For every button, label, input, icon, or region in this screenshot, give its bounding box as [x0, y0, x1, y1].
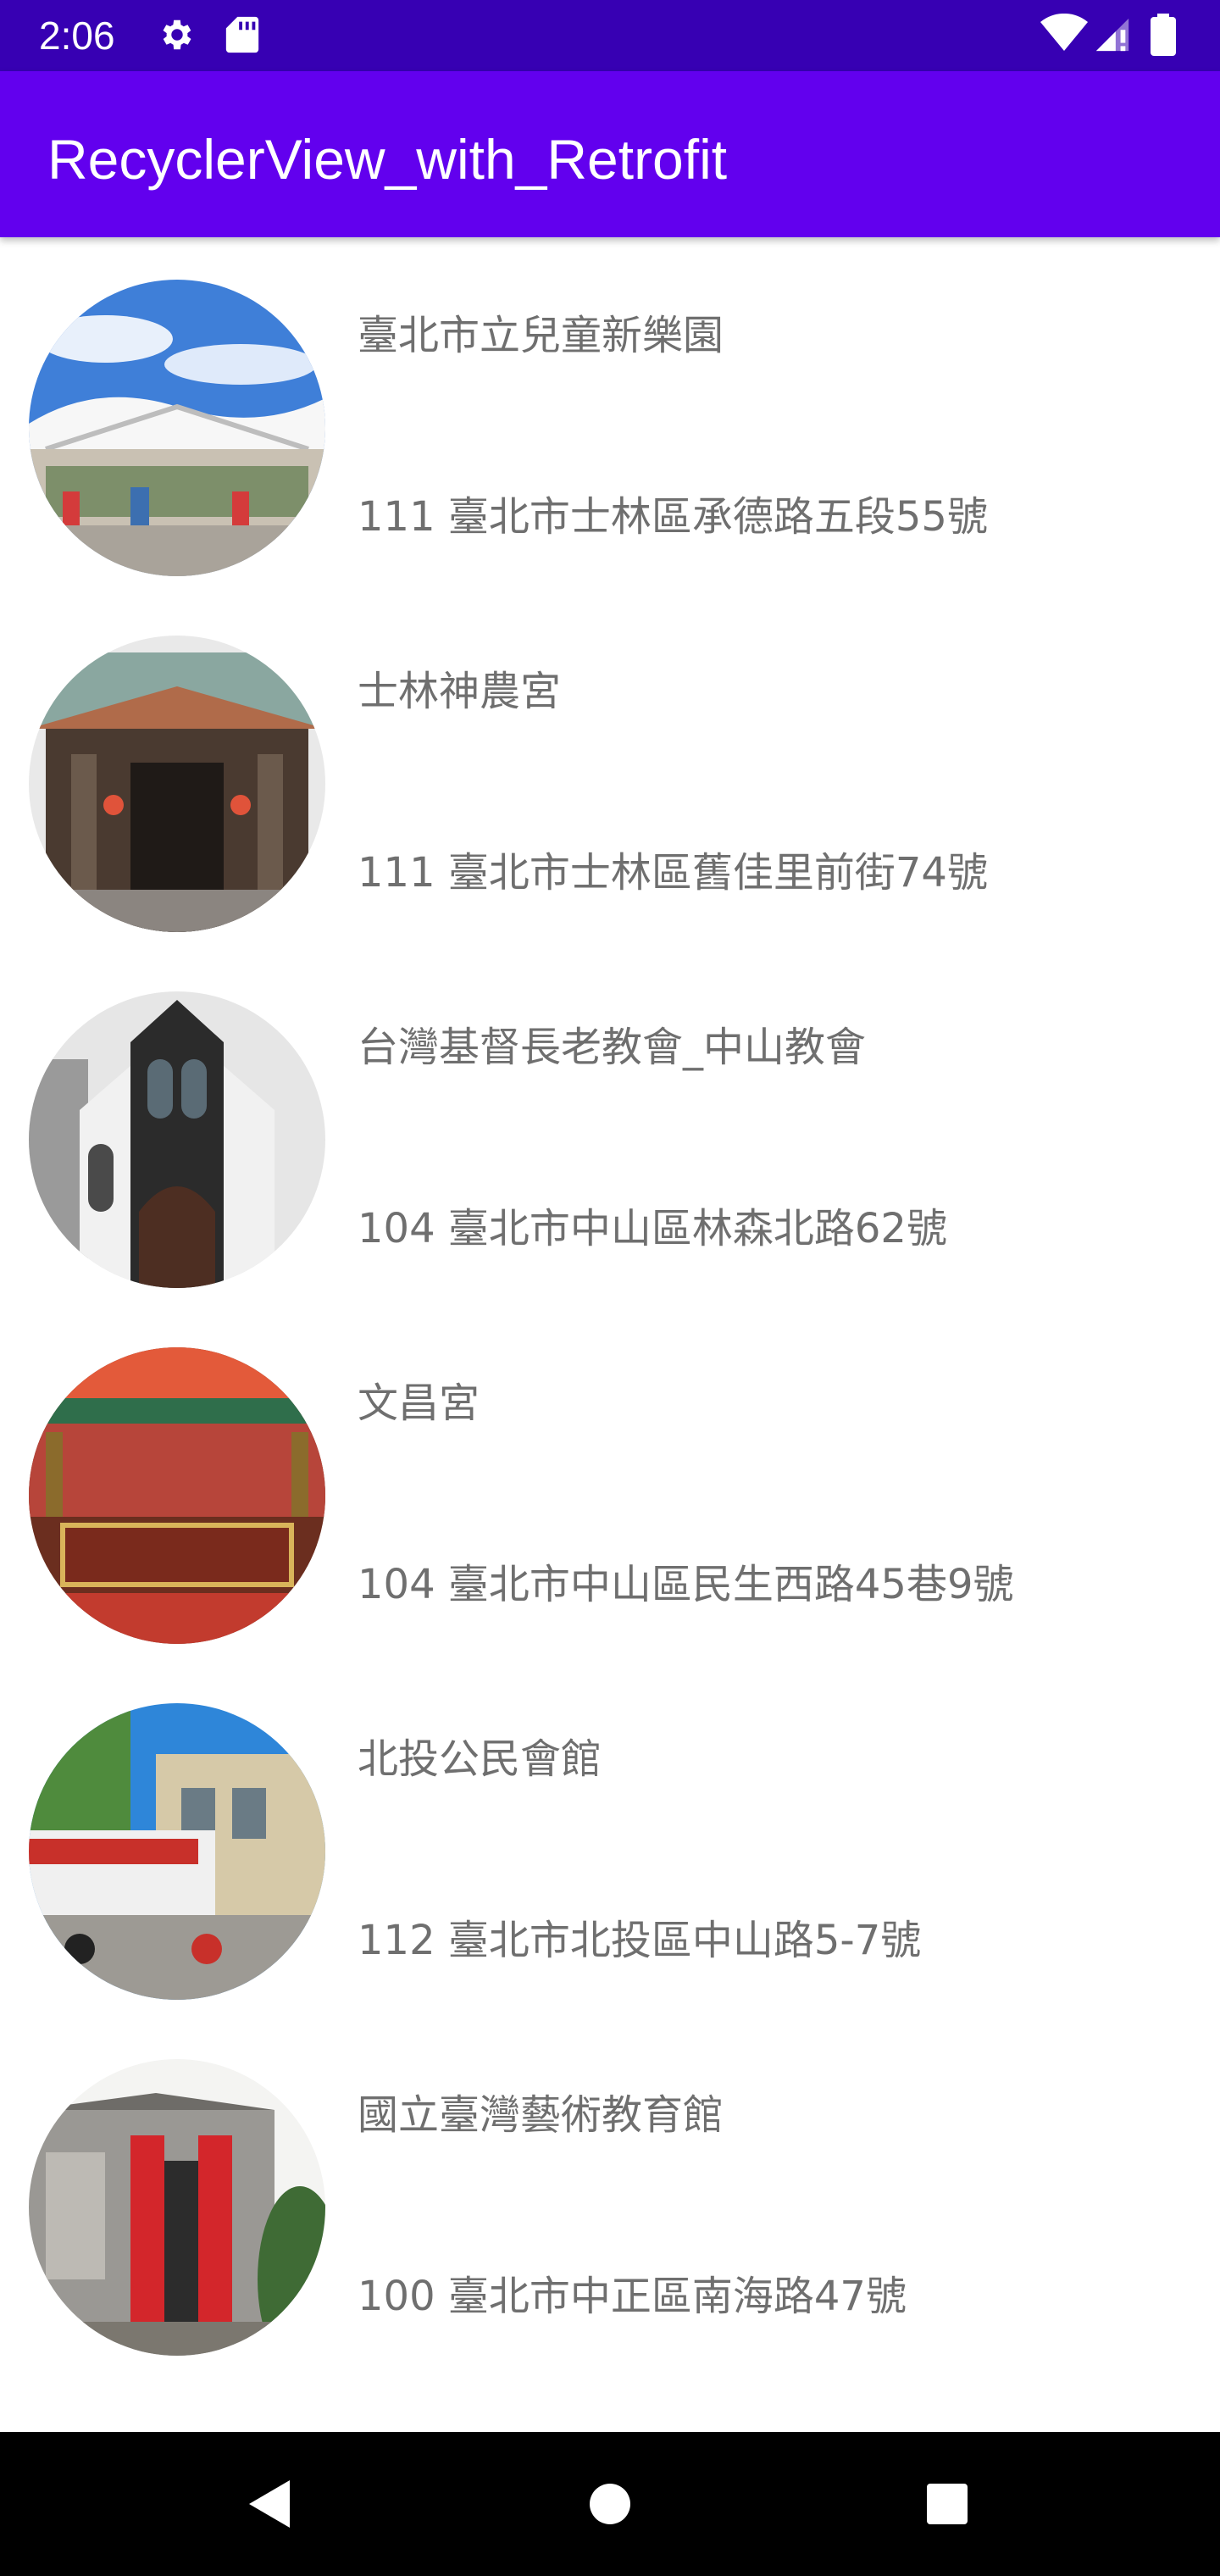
battery-icon [1151, 14, 1176, 59]
recycler-list[interactable]: 臺北市立兒童新樂園 111 臺北市士林區承德路五段55號 士林神農宮 111 臺… [0, 239, 1220, 2432]
recents-icon [927, 2484, 968, 2524]
navigation-bar [0, 2432, 1220, 2576]
church-photo [29, 991, 325, 1288]
place-address: 100 臺北市中正區南海路47號 [358, 2273, 907, 2320]
amusement-park-photo [29, 280, 325, 576]
place-address: 104 臺北市中山區林森北路62號 [358, 1205, 947, 1252]
home-button[interactable] [525, 2432, 695, 2576]
place-name: 臺北市立兒童新樂園 [358, 312, 724, 359]
place-name: 文昌宮 [358, 1380, 480, 1427]
place-address: 112 臺北市北投區中山路5-7號 [358, 1917, 922, 1964]
cellular-signal-icon [1093, 15, 1132, 58]
list-item[interactable]: 臺北市立兒童新樂園 111 臺北市士林區承德路五段55號 [0, 239, 1220, 595]
wifi-icon [1040, 13, 1088, 58]
place-address: 111 臺北市士林區承德路五段55號 [358, 493, 988, 541]
home-icon [590, 2484, 630, 2524]
list-item[interactable]: 文昌宮 104 臺北市中山區民生西路45巷9號 [0, 1307, 1220, 1663]
list-item[interactable]: 士林神農宮 111 臺北市士林區舊佳里前街74號 [0, 595, 1220, 951]
recents-button[interactable] [862, 2432, 1032, 2576]
civic-hall-photo [29, 1703, 325, 2000]
temple-photo [29, 636, 325, 932]
list-item[interactable]: 台灣基督長老教會_中山教會 104 臺北市中山區林森北路62號 [0, 951, 1220, 1307]
place-name: 國立臺灣藝術教育館 [358, 2091, 724, 2139]
app-title: RecyclerView_with_Retrofit [47, 128, 728, 191]
app-bar: RecyclerView_with_Retrofit [0, 71, 1220, 237]
art-museum-photo [29, 2059, 325, 2356]
list-item[interactable]: 北投公民會館 112 臺北市北投區中山路5-7號 [0, 1663, 1220, 2018]
settings-gear-icon [158, 15, 197, 58]
back-button[interactable] [185, 2432, 354, 2576]
place-address: 111 臺北市士林區舊佳里前街74號 [358, 849, 988, 897]
status-bar: 2:06 [0, 0, 1220, 71]
back-icon [249, 2480, 290, 2528]
sd-card-icon [224, 15, 261, 58]
list-item[interactable]: 國立臺灣藝術教育館 100 臺北市中正區南海路47號 [0, 2018, 1220, 2374]
temple-plaque-photo [29, 1347, 325, 1644]
place-name: 北投公民會館 [358, 1735, 602, 1783]
place-address: 104 臺北市中山區民生西路45巷9號 [358, 1561, 1014, 1608]
place-name: 士林神農宮 [358, 668, 562, 715]
status-time: 2:06 [39, 14, 115, 58]
place-name: 台灣基督長老教會_中山教會 [358, 1024, 867, 1071]
